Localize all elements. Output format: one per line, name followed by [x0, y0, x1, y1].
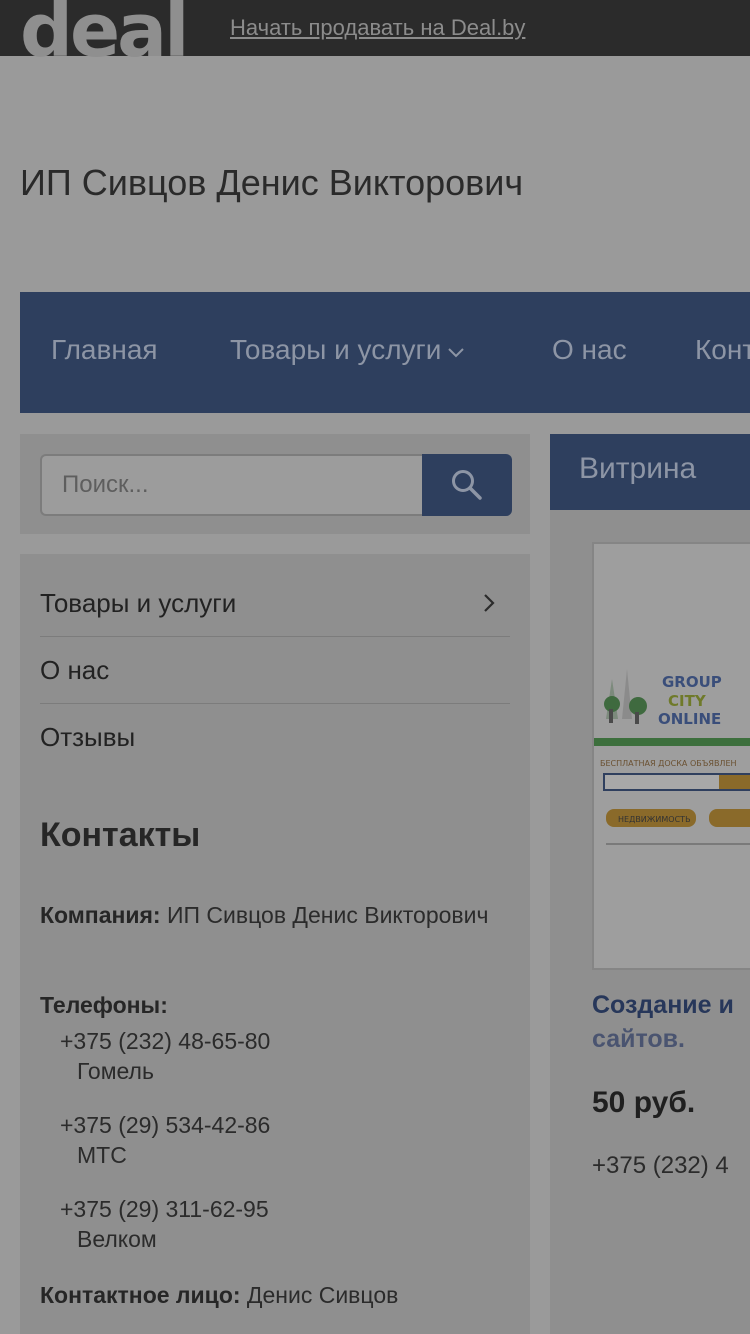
contact-person: Контактное лицо: Денис Сивцов [40, 1277, 510, 1313]
sidebar-item-label: Отзывы [40, 722, 136, 752]
sidebar-item-about[interactable]: О нас [40, 637, 510, 704]
contact-phones-label: Телефоны: [40, 987, 510, 1023]
sidebar-item-label: Товары и услуги [40, 588, 237, 618]
chevron-right-icon [484, 594, 495, 612]
vitrina-header: Витрина [550, 434, 750, 510]
product-image-text: CITY [668, 692, 707, 710]
contact-company: Компания: ИП Сивцов Денис Викторович [40, 897, 510, 933]
nav-item-contacts[interactable]: Контакты [695, 334, 750, 366]
product-title-link[interactable]: Создание и сайтов. [592, 988, 750, 1056]
person-value: Денис Сивцов [246, 1282, 399, 1308]
phone-entry: +375 (232) 48-65-80 Гомель [60, 1028, 270, 1085]
product-image-text: БЕСПЛАТНАЯ ДОСКА ОБЪЯВЛЕН [600, 759, 737, 768]
phone-entry: +375 (29) 311-62-95 Велком [60, 1196, 269, 1253]
nav-item-about[interactable]: О нас [552, 334, 627, 366]
nav-item-products[interactable]: Товары и услуги [230, 334, 465, 366]
product-image-text: GROUP [662, 673, 722, 691]
nav-item-label: О нас [552, 334, 627, 365]
product-price: 50 руб. [592, 1086, 696, 1119]
sidebar-item-label: О нас [40, 655, 110, 685]
search-button[interactable] [422, 454, 512, 516]
sidebar-item-products[interactable]: Товары и услуги [40, 554, 510, 637]
product-image-text: ONLINE [658, 710, 721, 728]
nav-item-home[interactable]: Главная [51, 334, 158, 366]
phone-number[interactable]: +375 (29) 311-62-95 [60, 1196, 269, 1223]
contacts-title: Контакты [40, 816, 201, 854]
product-title-line: сайтов. [592, 1025, 685, 1053]
phone-number[interactable]: +375 (29) 534-42-86 [60, 1112, 270, 1139]
nav-item-label: Контакты [695, 334, 750, 365]
search-icon [452, 470, 482, 500]
search-input[interactable] [40, 454, 422, 516]
start-selling-link[interactable]: Начать продавать на Deal.by [230, 15, 525, 41]
phone-entry: +375 (29) 534-42-86 МТС [60, 1112, 270, 1169]
phone-number[interactable]: +375 (232) 48-65-80 [60, 1028, 270, 1055]
nav-item-label: Главная [51, 334, 158, 365]
phone-operator: Гомель [77, 1058, 154, 1084]
product-thumbnail: GROUP CITY ONLINE БЕСПЛАТНАЯ ДОСКА ОБЪЯВ… [594, 544, 750, 968]
phone-operator: МТС [77, 1142, 127, 1168]
product-image-text: НЕДВИЖИМОСТЬ [618, 815, 691, 824]
main-nav: Главная Товары и услуги О нас Контакты [20, 292, 750, 413]
product-image[interactable]: GROUP CITY ONLINE БЕСПЛАТНАЯ ДОСКА ОБЪЯВ… [592, 542, 750, 970]
vitrina-title: Витрина [579, 452, 697, 485]
phones-label: Телефоны: [40, 992, 168, 1018]
deal-logo[interactable]: deal [20, 0, 189, 68]
person-label: Контактное лицо: [40, 1282, 241, 1308]
company-value: ИП Сивцов Денис Викторович [166, 902, 489, 928]
company-label: Компания: [40, 902, 161, 928]
product-title-line: Создание и [592, 991, 734, 1019]
sidebar-menu: Товары и услуги О нас Отзывы [40, 554, 510, 770]
sidebar-card: Товары и услуги О нас Отзывы Контакты Ко… [20, 554, 530, 1334]
chevron-down-icon [448, 347, 465, 358]
product-phone[interactable]: +375 (232) 4 [592, 1152, 729, 1180]
company-title: ИП Сивцов Денис Викторович [20, 162, 524, 203]
top-bar: deal Начать продавать на Deal.by [0, 0, 750, 68]
nav-item-label: Товары и услуги [230, 334, 442, 365]
vitrina-panel: GROUP CITY ONLINE БЕСПЛАТНАЯ ДОСКА ОБЪЯВ… [550, 510, 750, 1334]
phone-operator: Велком [77, 1226, 157, 1252]
search-card [20, 434, 530, 534]
sidebar-item-reviews[interactable]: Отзывы [40, 704, 510, 770]
